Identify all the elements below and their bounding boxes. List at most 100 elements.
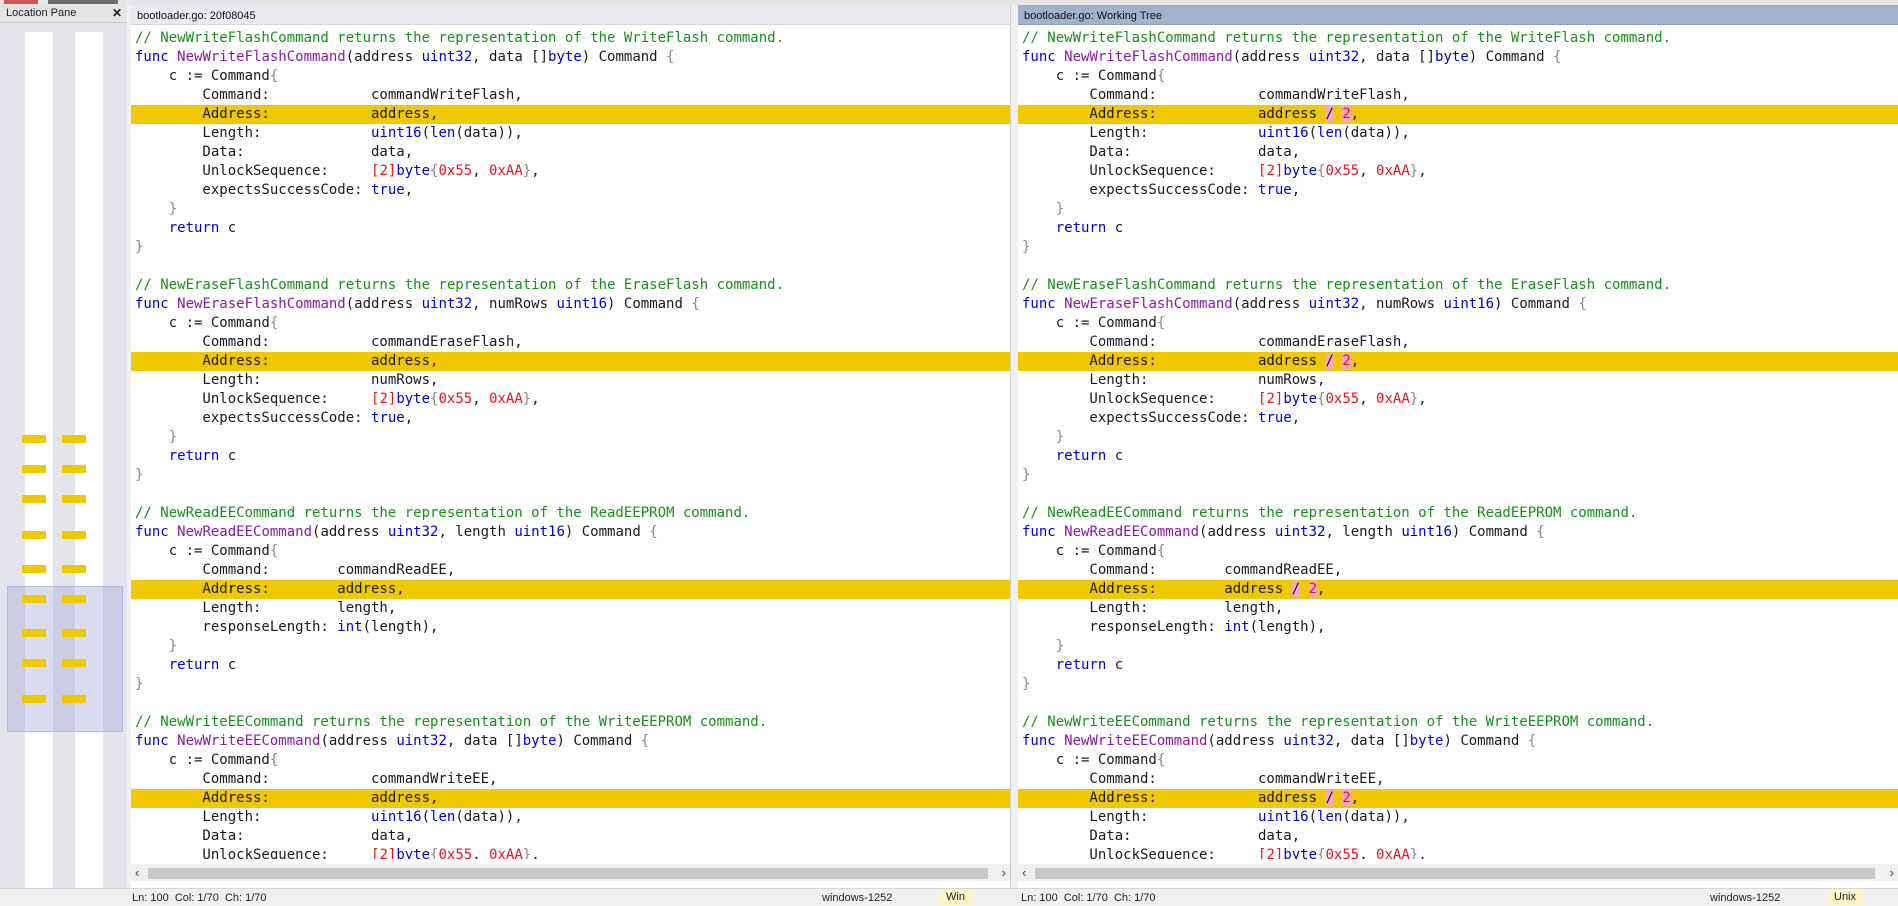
- code-line[interactable]: Command: commandReadEE,: [131, 561, 1010, 580]
- code-line[interactable]: func NewWriteEECommand(address uint32, d…: [1018, 732, 1898, 751]
- code-line[interactable]: Command: commandReadEE,: [1018, 561, 1898, 580]
- code-line[interactable]: return c: [1018, 656, 1898, 675]
- code-line[interactable]: Data: data,: [131, 827, 1010, 846]
- code-line[interactable]: responseLength: int(length),: [131, 618, 1010, 637]
- change-marker[interactable]: [22, 565, 46, 573]
- code-line[interactable]: // NewReadEECommand returns the represen…: [131, 504, 1010, 523]
- change-marker[interactable]: [62, 695, 86, 703]
- changed-code-line[interactable]: Address: address,: [131, 789, 1010, 808]
- code-line[interactable]: c := Command{: [131, 542, 1010, 561]
- code-line[interactable]: expectsSuccessCode: true,: [1018, 409, 1898, 428]
- code-line[interactable]: UnlockSequence: [2]byte{0x55, 0xAA},: [131, 390, 1010, 409]
- code-line[interactable]: }: [131, 637, 1010, 656]
- code-line[interactable]: func NewWriteFlashCommand(address uint32…: [131, 48, 1010, 67]
- tab-indicator-gray[interactable]: [48, 0, 118, 4]
- code-line[interactable]: }: [131, 675, 1010, 694]
- left-line-ending[interactable]: Win: [940, 890, 973, 905]
- change-marker[interactable]: [22, 659, 46, 667]
- code-line[interactable]: func NewEraseFlashCommand(address uint32…: [131, 295, 1010, 314]
- code-line[interactable]: return c: [131, 447, 1010, 466]
- right-scrollbar-thumb[interactable]: [1035, 868, 1875, 879]
- code-line[interactable]: UnlockSequence: [2]byte{0x55, 0xAA},: [131, 162, 1010, 181]
- code-line[interactable]: Data: data,: [131, 143, 1010, 162]
- scroll-right-icon[interactable]: ›: [1002, 864, 1006, 881]
- change-marker[interactable]: [62, 435, 86, 443]
- change-marker[interactable]: [22, 695, 46, 703]
- code-line[interactable]: Command: commandEraseFlash,: [131, 333, 1010, 352]
- code-line[interactable]: Length: uint16(len(data)),: [131, 124, 1010, 143]
- change-marker[interactable]: [62, 565, 86, 573]
- code-line[interactable]: responseLength: int(length),: [1018, 618, 1898, 637]
- code-line[interactable]: [1018, 485, 1898, 504]
- code-line[interactable]: // NewReadEECommand returns the represen…: [1018, 504, 1898, 523]
- code-line[interactable]: }: [1018, 200, 1898, 219]
- code-line[interactable]: }: [131, 238, 1010, 257]
- code-line[interactable]: }: [131, 466, 1010, 485]
- change-marker[interactable]: [62, 629, 86, 637]
- code-line[interactable]: Command: commandEraseFlash,: [1018, 333, 1898, 352]
- change-marker[interactable]: [62, 595, 86, 603]
- code-line[interactable]: Command: commandWriteFlash,: [131, 86, 1010, 105]
- change-marker[interactable]: [62, 531, 86, 539]
- change-marker[interactable]: [62, 465, 86, 473]
- change-marker[interactable]: [22, 595, 46, 603]
- change-marker[interactable]: [62, 495, 86, 503]
- code-line[interactable]: // NewEraseFlashCommand returns the repr…: [1018, 276, 1898, 295]
- left-encoding[interactable]: windows-1252: [822, 892, 892, 904]
- code-line[interactable]: Length: numRows,: [1018, 371, 1898, 390]
- left-scrollbar-thumb[interactable]: [148, 868, 988, 879]
- code-line[interactable]: func NewWriteEECommand(address uint32, d…: [131, 732, 1010, 751]
- right-encoding[interactable]: windows-1252: [1710, 892, 1780, 904]
- code-line[interactable]: // NewWriteEECommand returns the represe…: [1018, 713, 1898, 732]
- code-line[interactable]: return c: [131, 656, 1010, 675]
- code-line[interactable]: expectsSuccessCode: true,: [1018, 181, 1898, 200]
- code-line[interactable]: c := Command{: [1018, 751, 1898, 770]
- close-icon[interactable]: ✕: [112, 6, 122, 20]
- location-map[interactable]: [0, 23, 127, 893]
- code-line[interactable]: [131, 257, 1010, 276]
- code-line[interactable]: [1018, 694, 1898, 713]
- code-line[interactable]: c := Command{: [1018, 67, 1898, 86]
- code-line[interactable]: Command: commandWriteEE,: [131, 770, 1010, 789]
- code-line[interactable]: // NewWriteFlashCommand returns the repr…: [1018, 29, 1898, 48]
- code-line[interactable]: func NewWriteFlashCommand(address uint32…: [1018, 48, 1898, 67]
- code-line[interactable]: return c: [131, 219, 1010, 238]
- scroll-left-icon[interactable]: ‹: [135, 864, 139, 881]
- code-line[interactable]: c := Command{: [131, 67, 1010, 86]
- code-line[interactable]: Length: uint16(len(data)),: [131, 808, 1010, 827]
- code-line[interactable]: UnlockSequence: [2]byte{0x55, 0xAA},: [1018, 162, 1898, 181]
- tab-indicator-red[interactable]: [4, 0, 38, 4]
- change-marker[interactable]: [22, 465, 46, 473]
- code-line[interactable]: Length: length,: [1018, 599, 1898, 618]
- change-marker[interactable]: [22, 435, 46, 443]
- code-line[interactable]: // NewWriteFlashCommand returns the repr…: [131, 29, 1010, 48]
- changed-code-line[interactable]: Address: address,: [131, 352, 1010, 371]
- change-marker[interactable]: [22, 629, 46, 637]
- code-line[interactable]: func NewEraseFlashCommand(address uint32…: [1018, 295, 1898, 314]
- right-code-view[interactable]: // NewWriteFlashCommand returns the repr…: [1018, 29, 1898, 859]
- code-line[interactable]: c := Command{: [1018, 542, 1898, 561]
- right-line-ending[interactable]: Unix: [1828, 890, 1865, 905]
- scroll-right-icon[interactable]: ›: [1890, 864, 1894, 881]
- changed-code-line[interactable]: Address: address / 2,: [1018, 789, 1898, 808]
- code-line[interactable]: c := Command{: [131, 314, 1010, 333]
- code-line[interactable]: Data: data,: [1018, 827, 1898, 846]
- code-line[interactable]: }: [131, 200, 1010, 219]
- code-line[interactable]: Data: data,: [1018, 143, 1898, 162]
- code-line[interactable]: Length: uint16(len(data)),: [1018, 808, 1898, 827]
- changed-code-line[interactable]: Address: address / 2,: [1018, 580, 1898, 599]
- code-line[interactable]: expectsSuccessCode: true,: [131, 409, 1010, 428]
- change-marker[interactable]: [22, 531, 46, 539]
- code-line[interactable]: Length: length,: [131, 599, 1010, 618]
- left-horizontal-scrollbar[interactable]: ‹ ›: [131, 864, 1010, 881]
- code-line[interactable]: expectsSuccessCode: true,: [131, 181, 1010, 200]
- changed-code-line[interactable]: Address: address / 2,: [1018, 105, 1898, 124]
- code-line[interactable]: [131, 694, 1010, 713]
- code-line[interactable]: }: [1018, 466, 1898, 485]
- code-line[interactable]: c := Command{: [1018, 314, 1898, 333]
- code-line[interactable]: }: [1018, 637, 1898, 656]
- code-line[interactable]: // NewEraseFlashCommand returns the repr…: [131, 276, 1010, 295]
- right-horizontal-scrollbar[interactable]: ‹ ›: [1018, 864, 1898, 881]
- code-line[interactable]: Length: numRows,: [131, 371, 1010, 390]
- code-line[interactable]: Length: uint16(len(data)),: [1018, 124, 1898, 143]
